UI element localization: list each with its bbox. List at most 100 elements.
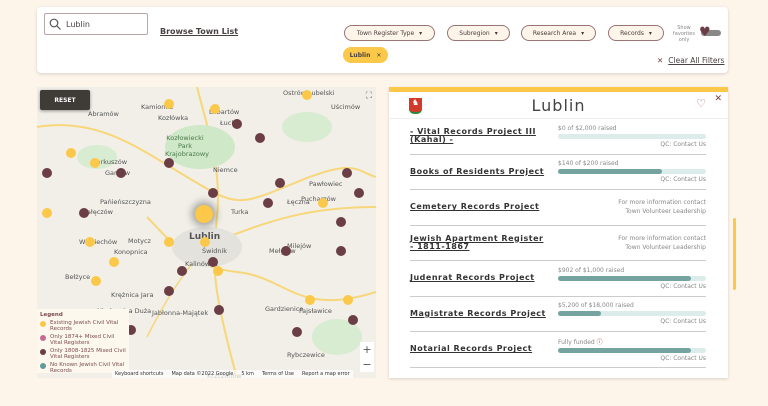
project-link[interactable]: Judenrat Records Project [410, 274, 550, 282]
active-filter-chip[interactable]: Lublin ✕ [343, 47, 388, 63]
zoom-in-button[interactable]: + [360, 342, 374, 357]
dropdown-label: Records [620, 29, 644, 37]
funding-status: $902 of $1,000 raised [558, 266, 625, 274]
project-link[interactable]: - Vital Records Project III (Kahal) - [410, 128, 550, 144]
progress-bar [558, 311, 706, 317]
close-icon: ✕ [657, 56, 664, 65]
project-row: Notarial Records Project Fully funded ⓘ QC… [410, 332, 706, 368]
town-marker[interactable] [210, 104, 220, 114]
reset-button[interactable]: RESET [40, 90, 90, 110]
map-place-label: Uścimów [331, 103, 361, 111]
project-row: Cemetery Records Project For more informa… [410, 190, 706, 226]
close-icon[interactable]: ✕ [714, 94, 722, 104]
town-marker[interactable] [79, 208, 89, 218]
keyboard-shortcuts-link[interactable]: Keyboard shortcuts [115, 371, 163, 377]
show-favorites-label: Show favorites only [673, 25, 695, 43]
town-marker[interactable] [109, 257, 119, 267]
map-legend: Legend Existing Jewish Civil Vital Recor… [37, 309, 129, 374]
town-marker[interactable] [281, 246, 291, 256]
chip-label: Lublin [349, 51, 371, 59]
project-funding: $0 of $2,000 raised QC: Contact Us [558, 125, 706, 148]
town-marker[interactable] [354, 188, 364, 198]
dropdown-label: Subregion [459, 29, 490, 37]
town-marker[interactable] [213, 266, 223, 276]
favorite-heart-icon[interactable]: ♡ [696, 97, 706, 110]
qc-contact-link[interactable]: QC: Contact Us [558, 176, 706, 183]
town-marker[interactable] [200, 237, 210, 247]
town-marker[interactable] [116, 168, 126, 178]
town-marker[interactable] [66, 148, 76, 158]
research-area-dropdown[interactable]: Research Area ▾ [521, 25, 596, 41]
town-marker[interactable] [336, 217, 346, 227]
heart-icon: ♥ [699, 25, 711, 40]
town-marker[interactable] [318, 198, 328, 208]
map-place-label: Turka [231, 208, 249, 216]
town-marker[interactable] [342, 168, 352, 178]
zoom-out-button[interactable]: − [360, 357, 374, 372]
town-marker[interactable] [164, 237, 174, 247]
terms-link[interactable]: Terms of Use [262, 371, 294, 377]
records-dropdown[interactable]: Records ▾ [608, 25, 664, 41]
project-row: Jewish Apartment Register - 1811-1867 For… [410, 226, 706, 261]
town-marker[interactable] [208, 257, 218, 267]
town-marker[interactable] [343, 295, 353, 305]
qc-contact-link[interactable]: QC: Contact Us [558, 318, 706, 325]
favorites-toggle[interactable]: ♥ [699, 26, 721, 39]
map-place-label: Fajsławice [299, 307, 332, 315]
town-marker[interactable] [42, 208, 52, 218]
town-marker[interactable] [305, 295, 315, 305]
search-input[interactable]: Lublin [44, 13, 148, 35]
report-error-link[interactable]: Report a map error [302, 371, 350, 377]
qc-contact-link[interactable]: QC: Contact Us [558, 283, 706, 290]
project-funding: Fully funded ⓘ QC: Contact Us [558, 337, 706, 362]
town-marker[interactable] [42, 168, 52, 178]
clear-all-filters-button[interactable]: ✕ Clear All Filters [657, 56, 724, 65]
town-marker[interactable] [263, 198, 273, 208]
map-place-label: Krężnica Jara [111, 291, 154, 299]
town-marker[interactable] [275, 178, 285, 188]
project-row: Judenrat Records Project $902 of $1,000 r… [410, 261, 706, 297]
map-place-label: Konopnica [114, 248, 148, 256]
project-link[interactable]: Cemetery Records Project [410, 203, 550, 211]
project-link[interactable]: Notarial Records Project [410, 345, 550, 353]
town-marker[interactable] [164, 158, 174, 168]
project-link[interactable]: Books of Residents Project [410, 167, 550, 176]
project-link[interactable]: Jewish Apartment Register - 1811-1867 [410, 234, 550, 251]
map-place-label: Pawłowiec [309, 180, 343, 188]
legend-item: Only 1874+ Mixed Civil Vital Registers [40, 334, 126, 346]
project-link[interactable]: Magistrate Records Project [410, 309, 550, 318]
town-marker[interactable] [214, 305, 224, 315]
map[interactable]: Kamionka Lubartów Ostrów Lubelski Abramów Ko… [37, 87, 376, 378]
qc-contact-link[interactable]: QC: Contact Us [558, 355, 706, 362]
project-row: Magistrate Records Project $5,200 of $18,… [410, 297, 706, 332]
town-marker[interactable] [255, 133, 265, 143]
selected-town-marker[interactable] [195, 205, 213, 223]
town-marker[interactable] [336, 246, 346, 256]
town-marker[interactable] [292, 327, 302, 337]
town-marker[interactable] [348, 315, 358, 325]
map-place-label: Niemce [213, 166, 238, 174]
funding-status: $140 of $200 raised [558, 160, 619, 168]
funding-status: Fully funded ⓘ [558, 338, 603, 346]
town-marker[interactable] [85, 237, 95, 247]
town-marker[interactable] [232, 119, 242, 129]
caret-down-icon: ▾ [648, 29, 652, 37]
town-marker[interactable] [302, 90, 312, 100]
progress-bar [558, 275, 706, 281]
town-marker[interactable] [91, 276, 101, 286]
town-marker[interactable] [177, 266, 187, 276]
subregion-dropdown[interactable]: Subregion ▾ [447, 25, 510, 41]
project-info: For more information contact Town Volunte… [618, 234, 706, 251]
browse-town-list-link[interactable]: Browse Town List [160, 27, 238, 36]
fullscreen-icon[interactable]: ⛶ [366, 91, 372, 101]
qc-contact-link[interactable]: QC: Contact Us [558, 141, 706, 148]
map-place-label: Kozłówka [158, 114, 189, 122]
scrollbar[interactable] [733, 218, 736, 290]
town-register-type-dropdown[interactable]: Town Register Type ▾ [344, 25, 435, 41]
remove-icon[interactable]: ✕ [376, 52, 381, 59]
town-marker[interactable] [164, 286, 174, 296]
town-marker[interactable] [164, 99, 174, 109]
funding-status: $0 of $2,000 raised [558, 124, 617, 132]
town-marker[interactable] [208, 188, 218, 198]
town-marker[interactable] [90, 158, 100, 168]
